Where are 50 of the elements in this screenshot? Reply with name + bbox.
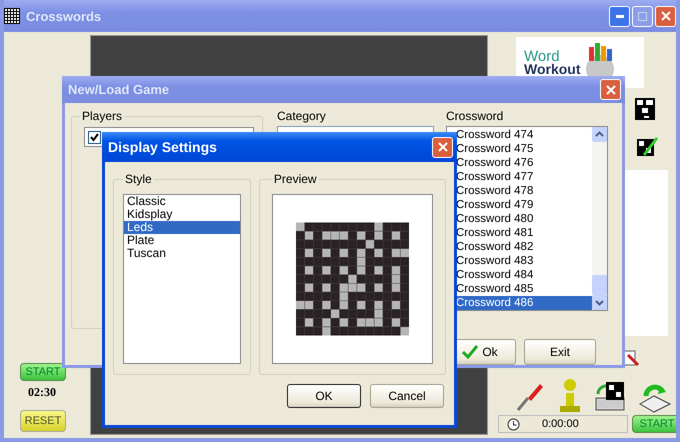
scroll-thumb[interactable] [592,275,607,295]
group-label: Players [81,109,124,123]
scroll-down-icon[interactable] [592,295,607,310]
list-item[interactable]: Crossword 485 [454,282,592,296]
window-title: Crosswords [26,8,102,24]
list-item[interactable]: Crossword 486 [454,296,592,310]
clock-icon [507,418,520,430]
list-item[interactable]: Crossword 482 [454,240,592,254]
checkmark-icon [462,345,478,359]
close-button[interactable] [432,136,453,158]
ok-button[interactable]: OK [287,384,361,408]
list-item[interactable]: Crossword 479 [454,198,592,212]
dialog-title: Display Settings [108,139,218,155]
list-item[interactable]: Tuscan [124,247,240,260]
list-item[interactable]: Kidsplay [124,208,240,221]
group-label: Preview [272,172,318,186]
field-label: Category [277,109,327,123]
list-item[interactable]: Crossword 474 [454,128,592,142]
close-icon [660,11,670,21]
logo-word: Word [524,50,560,62]
list-item[interactable]: Crossword 484 [454,268,592,282]
grid-pencil-icon[interactable] [635,134,659,158]
scroll-up-icon[interactable] [592,127,607,142]
list-item[interactable]: Crossword 477 [454,170,592,184]
logo-word: Workout [524,62,581,76]
minimize-icon [616,14,624,18]
list-item[interactable]: Crossword 476 [454,156,592,170]
maximize-icon [638,12,647,20]
list-item[interactable]: Crossword 483 [454,254,592,268]
countdown-time: 02:30 [27,385,56,400]
elapsed-time: 0:00:00 [542,418,579,430]
scrollbar[interactable] [592,127,607,310]
group-label: Style [124,172,153,186]
close-icon [438,142,448,152]
list-item[interactable]: Crossword 475 [454,142,592,156]
exit-button[interactable]: Exit [524,339,596,365]
checkbox[interactable] [88,131,101,144]
list-item[interactable]: Crossword 481 [454,226,592,240]
field-label: Crossword [446,109,504,123]
dialog-title: New/Load Game [68,82,170,97]
list-item[interactable]: Crossword 478 [454,184,592,198]
grid-icon [4,8,20,24]
close-icon [606,84,616,94]
list-item[interactable]: Crossword 480 [454,212,592,226]
cancel-button[interactable]: Cancel [370,384,444,408]
grid-icon[interactable] [635,98,655,120]
list-item[interactable]: Classic [124,195,240,208]
list-item[interactable]: Leds [124,221,240,234]
list-item[interactable]: Plate [124,234,240,247]
reset-button[interactable]: RESET [20,410,66,432]
